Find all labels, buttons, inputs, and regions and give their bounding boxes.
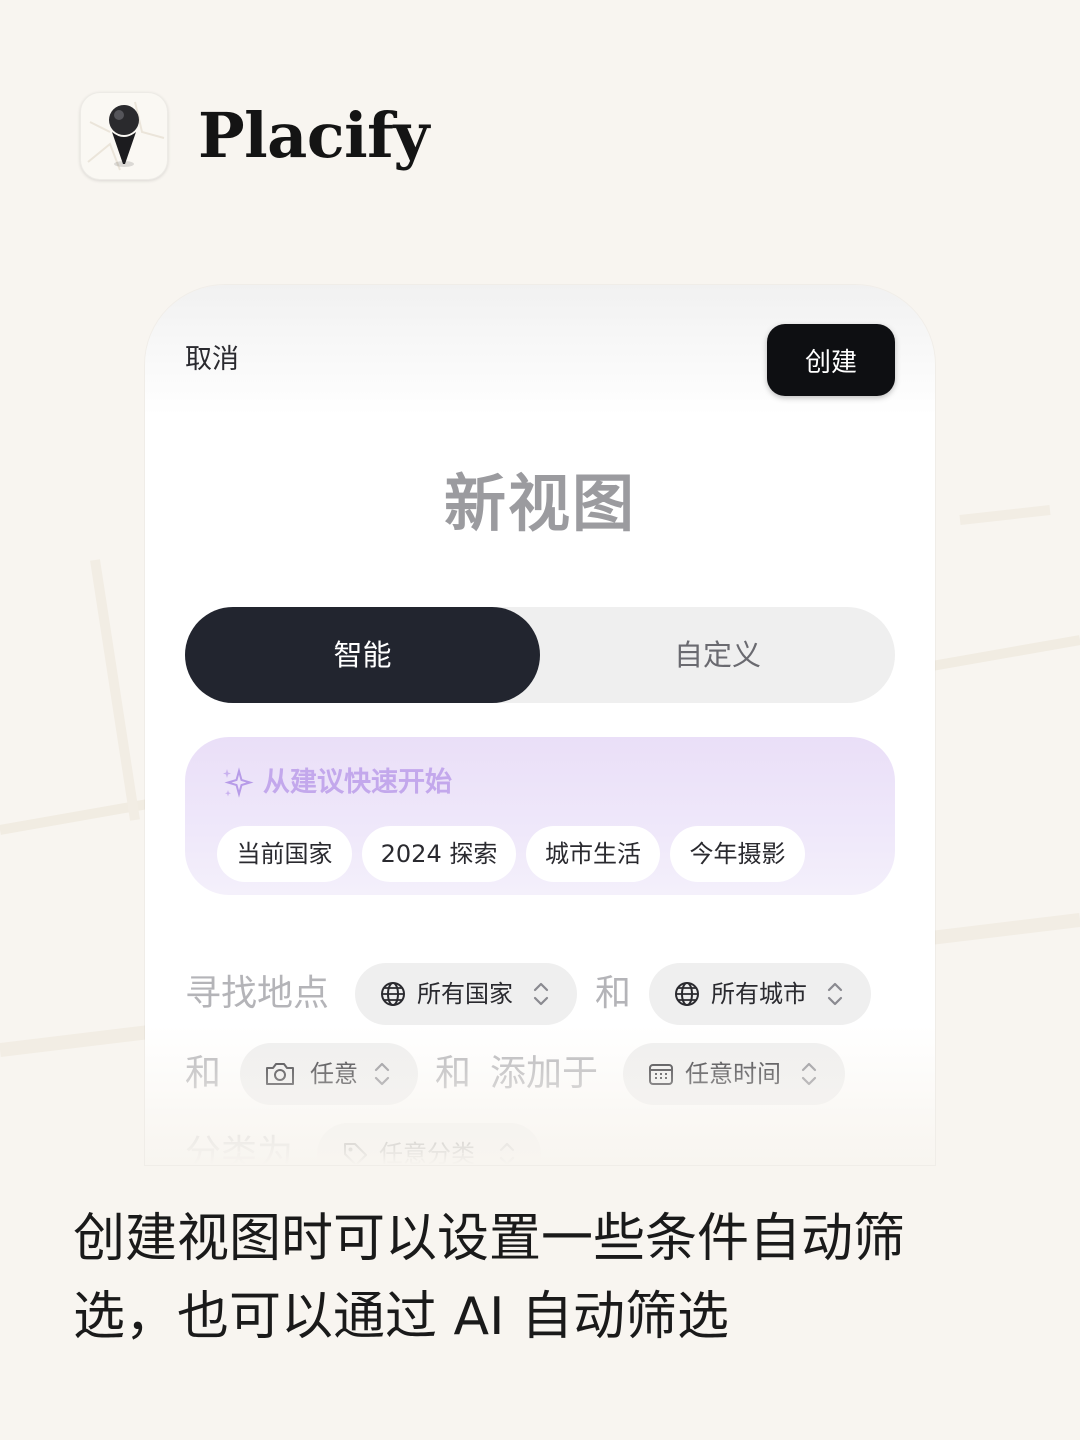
tag-icon — [344, 1143, 367, 1165]
suggestions-heading: 从建议快速开始 — [219, 763, 452, 803]
dialog-title: 新视图 — [443, 467, 636, 540]
chevron-up-down-icon — [801, 1062, 817, 1086]
caption-line-1: 创建视图时可以设置一些条件自动筛 — [73, 1209, 906, 1269]
create-button[interactable]: 创建 — [767, 324, 895, 396]
suggestions-panel: 从建议快速开始 当前国家 2024 探索 城市生活 今年摄影 — [185, 737, 895, 895]
chevron-up-down-icon — [533, 982, 549, 1006]
and-label: 和 — [185, 1053, 222, 1094]
suggestion-chip[interactable]: 城市生活 — [526, 826, 660, 882]
caption-line-2: 选，也可以通过 AI 自动筛选 — [73, 1287, 729, 1347]
suggestion-chip[interactable]: 2024 探索 — [362, 826, 516, 882]
city-select-value: 所有城市 — [711, 980, 807, 1008]
category-label: 分类为 — [185, 1133, 294, 1165]
category-select[interactable]: 任意分类 — [317, 1123, 541, 1165]
photo-select[interactable]: 任意 — [240, 1043, 418, 1105]
city-select[interactable]: 所有城市 — [649, 963, 871, 1025]
time-select[interactable]: 任意时间 — [623, 1043, 845, 1105]
map-pin-icon — [87, 101, 165, 171]
country-select-value: 所有国家 — [417, 980, 513, 1008]
and-label: 和 — [435, 1053, 472, 1094]
suggestions-heading-text: 从建议快速开始 — [263, 767, 452, 798]
find-places-label: 寻找地点 — [185, 973, 330, 1014]
app-name: Placify — [198, 99, 429, 172]
chevron-up-down-icon — [374, 1062, 390, 1086]
tab-custom[interactable]: 自定义 — [540, 607, 895, 703]
camera-icon — [266, 1063, 294, 1085]
sparkles-icon — [223, 767, 254, 798]
caption: 创建视图时可以设置一些条件自动筛 选，也可以通过 AI 自动筛选 — [73, 1200, 1013, 1356]
country-select[interactable]: 所有国家 — [355, 963, 577, 1025]
globe-icon — [381, 982, 405, 1006]
suggestion-chip[interactable]: 当前国家 — [217, 826, 352, 882]
category-select-value: 任意分类 — [379, 1140, 475, 1165]
photo-select-value: 任意 — [310, 1060, 358, 1088]
chevron-up-down-icon — [827, 982, 843, 1006]
chevron-up-down-icon — [499, 1142, 515, 1165]
tab-smart[interactable]: 智能 — [185, 607, 540, 703]
calendar-icon — [649, 1064, 673, 1085]
new-view-dialog: 取消 创建 新视图 智能 自定义 从建议快速开始 当前国家 2024 探索 城市… — [145, 285, 935, 1165]
added-at-label: 添加于 — [490, 1053, 599, 1094]
cancel-button[interactable]: 取消 — [185, 337, 239, 376]
time-select-value: 任意时间 — [685, 1060, 781, 1088]
suggestion-chip[interactable]: 今年摄影 — [670, 826, 805, 882]
app-logo — [80, 92, 168, 180]
mode-segmented-control: 智能 自定义 — [185, 607, 895, 703]
and-label: 和 — [595, 973, 632, 1014]
globe-icon — [675, 982, 699, 1006]
